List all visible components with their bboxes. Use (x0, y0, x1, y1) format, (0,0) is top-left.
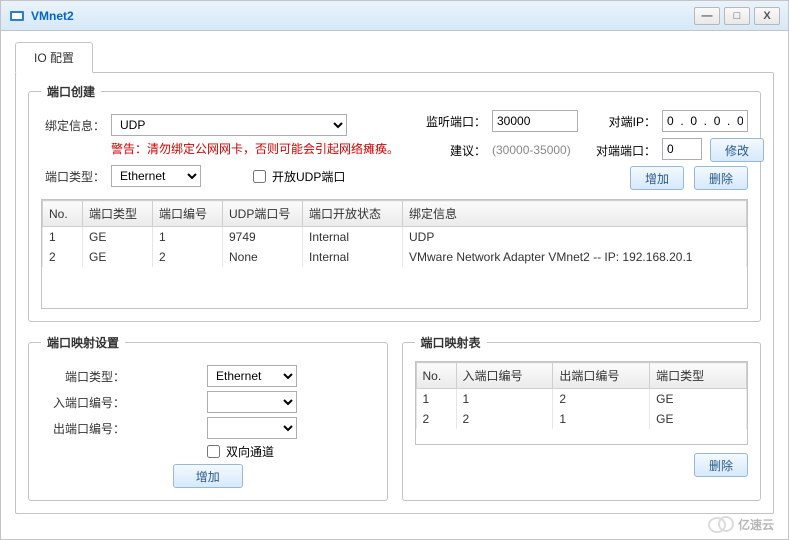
hint-text: (30000-35000) (492, 143, 584, 157)
mcol-no[interactable]: No. (416, 363, 456, 389)
delete-port-button[interactable]: 删除 (694, 166, 748, 190)
mcol-type[interactable]: 端口类型 (650, 363, 747, 389)
col-type[interactable]: 端口类型 (83, 201, 153, 227)
peer-port-label: 对端端口： (590, 142, 656, 159)
map-setting-group: 端口映射设置 端口类型： Ethernet 入端口编号： 出端口编号： (28, 334, 388, 501)
bind-select[interactable]: UDP (111, 114, 347, 136)
mcol-out[interactable]: 出端口编号 (553, 363, 650, 389)
open-udp-label: 开放UDP端口 (272, 168, 345, 185)
bind-label: 绑定信息： (41, 117, 105, 134)
peer-ip-label: 对端IP： (590, 113, 656, 130)
app-icon (9, 8, 25, 24)
out-port-label: 出端口编号： (41, 420, 125, 437)
app-window: VMnet2 — □ X IO 配置 端口创建 绑定信息： UDP (0, 0, 789, 540)
map-delete-button[interactable]: 删除 (694, 453, 748, 477)
tab-io-config[interactable]: IO 配置 (15, 42, 93, 73)
col-bind[interactable]: 绑定信息 (403, 201, 747, 227)
table-row[interactable]: 2 2 1 GE (416, 409, 747, 429)
port-type-select[interactable]: Ethernet (111, 165, 201, 187)
bidir-checkbox[interactable] (207, 445, 220, 458)
tab-panel: 端口创建 绑定信息： UDP 警告：清勿绑定公网网卡，否则可能会引起网络瘫痪。 (15, 72, 774, 514)
table-row[interactable]: 2 GE 2 None Internal VMware Network Adap… (43, 247, 747, 267)
minimize-button[interactable]: — (694, 7, 720, 25)
col-no[interactable]: No. (43, 201, 83, 227)
map-table-legend: 端口映射表 (415, 334, 487, 351)
map-table: No. 入端口编号 出端口编号 端口类型 1 1 2 GE (415, 361, 749, 445)
modify-button[interactable]: 修改 (710, 138, 764, 162)
window-title: VMnet2 (31, 9, 74, 23)
table-row[interactable]: 1 1 2 GE (416, 389, 747, 410)
open-udp-checkbox[interactable] (253, 170, 266, 183)
port-table: No. 端口类型 端口编号 UDP端口号 端口开放状态 绑定信息 1 GE 1 (41, 199, 748, 309)
port-create-legend: 端口创建 (41, 83, 101, 100)
map-port-type-select[interactable]: Ethernet (207, 365, 297, 387)
out-port-select[interactable] (207, 417, 297, 439)
peer-ip-input[interactable] (662, 110, 748, 132)
table-row[interactable]: 1 GE 1 9749 Internal UDP (43, 227, 747, 248)
window-controls: — □ X (694, 7, 780, 25)
map-setting-legend: 端口映射设置 (41, 334, 125, 351)
in-port-select[interactable] (207, 391, 297, 413)
listen-port-label: 监听端口： (418, 113, 486, 130)
port-type-label: 端口类型： (41, 168, 105, 185)
mcol-in[interactable]: 入端口编号 (456, 363, 553, 389)
map-add-button[interactable]: 增加 (173, 464, 243, 488)
col-udp[interactable]: UDP端口号 (223, 201, 303, 227)
col-open[interactable]: 端口开放状态 (303, 201, 403, 227)
port-create-group: 端口创建 绑定信息： UDP 警告：清勿绑定公网网卡，否则可能会引起网络瘫痪。 (28, 83, 761, 322)
listen-port-input[interactable] (492, 110, 578, 132)
bidir-label: 双向通道 (226, 443, 274, 460)
maximize-button[interactable]: □ (724, 7, 750, 25)
map-port-type-label: 端口类型： (41, 368, 125, 385)
watermark: 亿速云 (708, 515, 774, 533)
titlebar: VMnet2 — □ X (1, 1, 788, 31)
hint-label: 建议： (418, 142, 486, 159)
client-area: IO 配置 端口创建 绑定信息： UDP 警告：清勿绑定公 (1, 31, 788, 522)
add-port-button[interactable]: 增加 (630, 166, 684, 190)
peer-port-input[interactable] (662, 138, 702, 160)
in-port-label: 入端口编号： (41, 394, 125, 411)
map-table-group: 端口映射表 No. 入端口编号 出端口编号 端口类型 (402, 334, 762, 501)
warning-text: 警告：清勿绑定公网网卡，否则可能会引起网络瘫痪。 (111, 140, 399, 157)
close-button[interactable]: X (754, 7, 780, 25)
col-idx[interactable]: 端口编号 (153, 201, 223, 227)
